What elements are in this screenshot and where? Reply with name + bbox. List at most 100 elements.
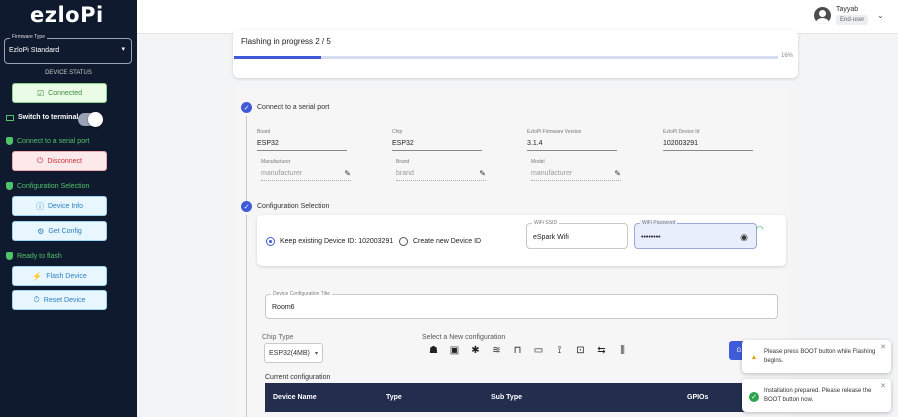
shield-check-icon xyxy=(6,252,13,260)
chevron-down-icon[interactable]: ⌄ xyxy=(877,11,884,20)
create-new-label: Create new Device ID xyxy=(413,238,482,245)
create-new-radio[interactable]: Create new Device ID xyxy=(399,237,481,246)
config-title-input[interactable]: Device Configuration Title Room6 xyxy=(265,291,778,319)
flash-device-label: Flash Device xyxy=(46,272,87,280)
column-device-name: Device Name xyxy=(273,394,317,401)
section-config-label: Configuration Selection xyxy=(17,182,90,190)
relay-icon[interactable]: ⇆ xyxy=(595,345,608,356)
board-value: ESP32 xyxy=(257,140,347,151)
fan-icon[interactable]: ✱ xyxy=(469,345,482,356)
switch-icon[interactable]: ⊡ xyxy=(574,345,587,356)
flash-icon: ⚡ xyxy=(32,271,43,281)
manufacturer-field[interactable]: Manufacturer manufacturer ✎ xyxy=(261,159,351,181)
reset-device-label: Reset Device xyxy=(43,296,86,304)
get-config-button[interactable]: ⚙ Get Config xyxy=(12,221,107,241)
device-id-card: Keep existing Device ID: 102003291 Creat… xyxy=(257,215,786,266)
pencil-icon[interactable]: ✎ xyxy=(479,169,486,178)
model-field[interactable]: Model manufacturer ✎ xyxy=(531,159,621,181)
keep-existing-radio[interactable]: Keep existing Device ID: 102003291 xyxy=(266,237,393,246)
top-bar: Tayyab End-user ⌄ xyxy=(137,0,898,34)
success-toast: ✓ Installation prepared. Please release … xyxy=(742,379,891,412)
success-check-icon: ✓ xyxy=(749,392,759,402)
wifi-ssid-input[interactable]: WiFi SSID eSpark Wifi xyxy=(526,220,628,249)
progress-bar xyxy=(234,56,778,59)
switch-terminal-row: Switch to terminal xyxy=(6,114,78,121)
pins-icon[interactable]: ⫼ xyxy=(616,345,629,356)
select-new-config-label: Select a New configuration xyxy=(422,334,506,341)
flash-device-button[interactable]: ⚡ Flash Device xyxy=(12,266,107,286)
sensor-icon[interactable]: ≋ xyxy=(490,345,503,356)
toggle-knob xyxy=(88,112,103,127)
avatar[interactable] xyxy=(814,7,831,24)
step-config: ✓ Configuration Selection xyxy=(241,201,329,212)
brand-value: brand xyxy=(396,170,486,181)
pencil-icon[interactable]: ✎ xyxy=(344,169,351,178)
wifi-ssid-value: eSpark Wifi xyxy=(533,234,569,241)
warning-toast-text: Please press BOOT button while Flashing … xyxy=(764,349,876,364)
antenna-icon[interactable]: ⟟ xyxy=(553,345,566,356)
progress-percent: 16% xyxy=(781,53,794,59)
device-status-title: DEVICE STATUS xyxy=(45,70,92,76)
wifi-ssid-label: WiFi SSID xyxy=(532,220,560,226)
stepper-connector xyxy=(246,215,247,417)
warning-toast: ▲ Please press BOOT button while Flashin… xyxy=(742,340,891,373)
radio-unselected xyxy=(399,237,408,246)
reset-device-button[interactable]: ⏱ Reset Device xyxy=(12,290,107,310)
device-id-label: EzloPi Device Id xyxy=(663,129,700,135)
stepper-connector xyxy=(246,116,247,201)
firmware-type-select[interactable]: Firmware Type EzloPi Standard ▾ xyxy=(4,34,132,64)
disconnect-button[interactable]: ⏻ Disconnect xyxy=(12,151,107,171)
wifi-password-input[interactable]: WiFi Password •••••••• ◉ xyxy=(634,220,757,249)
user-name: Tayyab xyxy=(836,6,859,13)
device-configuration-card: Device Configuration Title Room6 Chip Ty… xyxy=(257,278,786,417)
close-icon[interactable]: ✕ xyxy=(880,343,886,351)
section-serial: Connect to a serial port xyxy=(6,137,89,145)
step-config-title: Configuration Selection xyxy=(257,203,330,210)
chip-type-label: Chip Type xyxy=(262,334,294,341)
device-info-button[interactable]: ⓘ Device Info xyxy=(12,196,107,216)
caret-down-icon: ▾ xyxy=(121,46,125,53)
step-serial: ✓ Connect to a serial port xyxy=(241,102,329,113)
manufacturer-label: Manufacturer xyxy=(261,159,291,165)
firmware-type-value: EzloPi Standard xyxy=(9,47,60,54)
app-logo: ezloPi xyxy=(30,3,104,27)
user-role-badge: End-user xyxy=(836,15,869,25)
model-label: Model xyxy=(531,159,545,165)
manufacturer-value: manufacturer xyxy=(261,170,351,181)
lightbulb-icon[interactable]: ☗ xyxy=(427,345,440,356)
keep-existing-label: Keep existing Device ID: 102003291 xyxy=(280,238,394,245)
config-table-header: Device Name Type Sub Type GPIOs xyxy=(265,383,778,412)
shield-check-icon xyxy=(6,137,13,145)
wifi-icon: ◠ xyxy=(756,224,764,234)
brand-field[interactable]: Brand brand ✎ xyxy=(396,159,486,181)
connected-button[interactable]: ☑ Connected xyxy=(12,83,107,103)
device-info-label: Device Info xyxy=(47,202,84,210)
chip-label: Chip xyxy=(392,129,403,135)
wifi-password-value: •••••••• xyxy=(641,234,661,241)
chip-field: Chip ESP32 xyxy=(392,129,482,151)
gear-icon: ⚙ xyxy=(37,226,45,236)
column-type: Type xyxy=(386,394,402,401)
sidebar: ezloPi Firmware Type EzloPi Standard ▾ D… xyxy=(0,0,137,417)
section-flash: Ready to flash xyxy=(6,252,62,260)
warning-icon: ▲ xyxy=(750,353,758,361)
progress-fill xyxy=(234,56,322,59)
firmware-type-label: Firmware Type xyxy=(10,34,47,40)
power-icon: ⏻ xyxy=(37,156,44,165)
device-type-icons: ☗ ▣ ✱ ≋ ⊓ ▭ ⟟ ⊡ ⇆ ⫼ xyxy=(427,345,629,356)
close-icon[interactable]: ✕ xyxy=(880,382,886,390)
eye-icon[interactable]: ◉ xyxy=(740,232,748,243)
plug-icon[interactable]: ▣ xyxy=(448,345,461,356)
device-id-value: 102003291 xyxy=(663,140,753,151)
check-icon: ✓ xyxy=(241,201,252,212)
column-sub-type: Sub Type xyxy=(491,394,522,401)
pencil-icon[interactable]: ✎ xyxy=(614,169,621,178)
info-icon: ⓘ xyxy=(35,201,44,211)
motion-icon[interactable]: ⊓ xyxy=(511,345,524,356)
terminal-icon xyxy=(6,114,14,121)
chip-type-select[interactable]: ESP32(4MB) ▾ xyxy=(264,343,323,363)
terminal-toggle[interactable] xyxy=(78,112,103,127)
display-icon[interactable]: ▭ xyxy=(532,345,545,356)
step-serial-title: Connect to a serial port xyxy=(257,104,330,111)
check-icon: ☑ xyxy=(36,88,45,98)
